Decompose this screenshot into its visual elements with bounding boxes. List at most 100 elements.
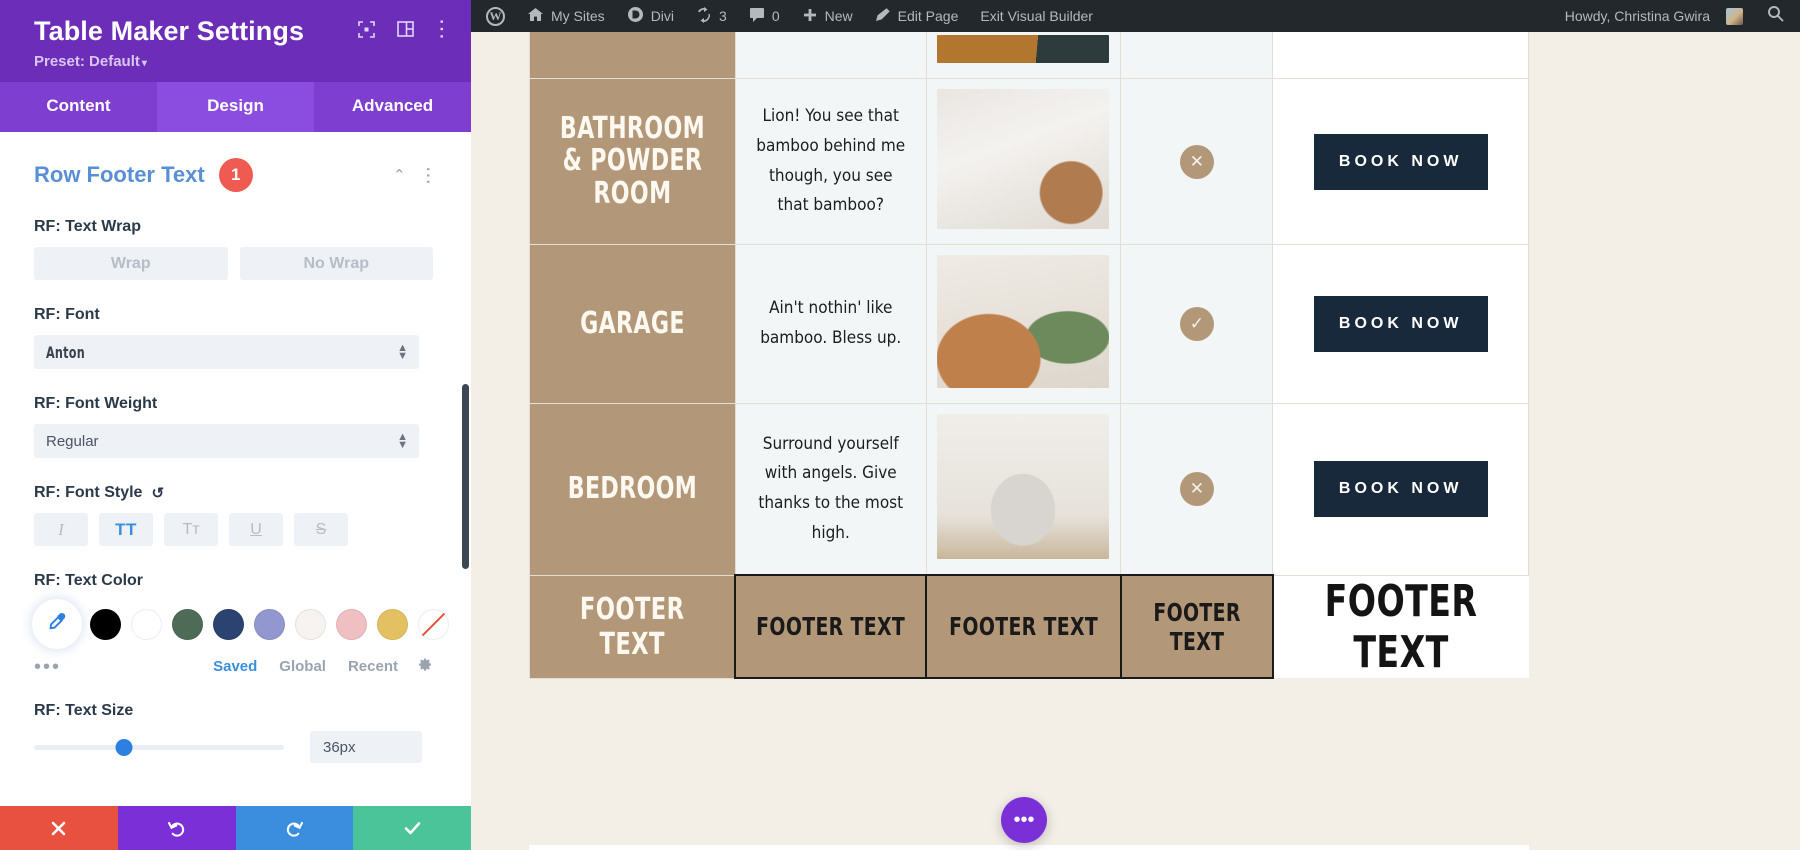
field-font-weight: RF: Font Weight Regular ▲ ▼ xyxy=(34,395,433,459)
swatch-black[interactable] xyxy=(90,608,121,640)
section-row-footer-text[interactable]: Row Footer Text 1 ⌃ ⋯ xyxy=(34,158,438,193)
avatar xyxy=(1726,7,1743,25)
chevron-down-icon: ▾ xyxy=(141,58,147,70)
row-label-text: BATHROOM & POWDER ROOM xyxy=(559,110,705,211)
clipped-photo xyxy=(937,35,1110,63)
admin-bar-item-divi[interactable]: Divi xyxy=(616,0,685,32)
book-now-button[interactable]: BOOK NOW xyxy=(1313,296,1488,352)
admin-bar-item-comments[interactable]: 0 xyxy=(738,0,791,32)
undo-button[interactable] xyxy=(117,806,236,850)
smallcaps-button[interactable]: Tт xyxy=(164,513,218,547)
strikethrough-glyph: S xyxy=(315,520,327,538)
table-row: GARAGE Ain't nothin' like bamboo. Bless … xyxy=(529,244,1529,404)
field-font-style: RF: Font Style ↺ I TT Tт U S xyxy=(34,484,433,547)
strikethrough-button[interactable]: S xyxy=(294,513,348,547)
book-now-button[interactable]: BOOK NOW xyxy=(1313,461,1488,518)
admin-bar-item-my-sites[interactable]: My Sites xyxy=(516,0,616,32)
table-row xyxy=(529,24,1529,79)
gear-icon[interactable] xyxy=(418,657,433,676)
text-size-slider[interactable] xyxy=(34,737,284,757)
cancel-button[interactable] xyxy=(0,806,118,850)
underline-button[interactable]: U xyxy=(229,513,283,547)
font-label: RF: Font xyxy=(34,306,100,324)
section-more-vertical-icon[interactable]: ⋯ xyxy=(417,166,438,185)
expand-icon[interactable] xyxy=(358,20,375,38)
text-size-input[interactable] xyxy=(310,731,422,764)
swatch-navy[interactable] xyxy=(213,608,244,640)
status-mark: ✕ xyxy=(1179,472,1214,506)
swatch-dark-green[interactable] xyxy=(172,608,203,640)
footer-cell-1[interactable]: FOOTER TEXT xyxy=(734,574,928,679)
admin-bar-item-edit-page[interactable]: Edit Page xyxy=(864,0,970,32)
panel-scrollbar[interactable] xyxy=(462,384,469,570)
save-button[interactable] xyxy=(353,806,471,850)
search-icon[interactable] xyxy=(1754,5,1800,27)
panel-header: Table Maker Settings Preset: Default ▾ ⋯ xyxy=(0,0,471,83)
admin-bar-right: Howdy, Christina Gwira xyxy=(1554,0,1800,32)
more-horizontal-icon[interactable]: ••• xyxy=(34,657,61,677)
row-quote-clipped xyxy=(734,24,927,79)
tab-design[interactable]: Design xyxy=(157,82,314,133)
wp-logo-item[interactable]: W xyxy=(475,0,516,32)
no-wrap-button[interactable]: No Wrap xyxy=(239,247,433,281)
chevron-up-icon[interactable]: ⌃ xyxy=(393,166,406,184)
row-quote-bedroom: Surround yourself with angels. Give than… xyxy=(734,403,927,576)
divi-label: Divi xyxy=(650,8,675,24)
row-quote-text: Surround yourself with angels. Give than… xyxy=(758,433,904,543)
uppercase-button[interactable]: TT xyxy=(99,513,153,547)
text-size-label: RF: Text Size xyxy=(34,702,134,720)
admin-bar-item-updates[interactable]: 3 xyxy=(685,0,738,32)
layout-columns-icon[interactable] xyxy=(397,21,414,37)
swatch-off-white[interactable] xyxy=(295,608,326,640)
tab-content[interactable]: Content xyxy=(0,82,157,132)
footer-cell-text: FOOTER TEXT xyxy=(1153,597,1241,656)
wrap-button[interactable]: Wrap xyxy=(34,247,228,281)
color-swatch-row xyxy=(34,601,449,648)
admin-bar-item-howdy[interactable]: Howdy, Christina Gwira xyxy=(1554,0,1754,32)
more-vertical-icon[interactable]: ⋯ xyxy=(430,18,455,40)
settings-panel: Table Maker Settings Preset: Default ▾ ⋯… xyxy=(0,0,471,850)
font-weight-select[interactable]: Regular ▲ ▼ xyxy=(34,424,419,459)
swatch-gold[interactable] xyxy=(377,608,408,640)
panel-action-bar xyxy=(0,806,471,850)
tab-advanced[interactable]: Advanced xyxy=(314,82,471,132)
italic-glyph: I xyxy=(58,519,64,539)
book-now-button[interactable]: BOOK NOW xyxy=(1313,133,1488,190)
field-text-color: RF: Text Color ••• Saved Global Recent xyxy=(34,572,449,677)
my-sites-label: My Sites xyxy=(551,8,605,24)
color-picker-button[interactable] xyxy=(34,601,80,648)
howdy-label: Howdy, Christina Gwira xyxy=(1564,8,1710,24)
footer-label-cell: FOOTER TEXT xyxy=(529,574,736,679)
swatch-pink[interactable] xyxy=(336,608,367,640)
admin-bar-item-exit-visual-builder[interactable]: Exit Visual Builder xyxy=(969,0,1104,32)
swatch-no-color[interactable] xyxy=(418,608,449,640)
comments-count: 0 xyxy=(771,8,780,24)
swatch-white[interactable] xyxy=(131,608,162,640)
preset-selector[interactable]: Preset: Default ▾ xyxy=(34,53,449,70)
smallcaps-glyph: Tт xyxy=(182,520,200,538)
color-meta-row: ••• Saved Global Recent xyxy=(34,657,433,677)
redo-button[interactable] xyxy=(235,806,354,850)
swatch-periwinkle[interactable] xyxy=(254,608,285,640)
font-select[interactable]: Anton ▲ ▼ xyxy=(34,335,419,370)
color-tab-saved[interactable]: Saved xyxy=(213,658,257,675)
reset-icon[interactable]: ↺ xyxy=(151,484,164,502)
slider-thumb[interactable] xyxy=(115,738,133,756)
color-tab-recent[interactable]: Recent xyxy=(348,658,398,675)
more-horizontal-icon[interactable]: ••• xyxy=(1001,797,1047,843)
row-quote-text: Ain't nothin' like bamboo. Bless up. xyxy=(760,298,902,348)
row-label-bathroom: BATHROOM & POWDER ROOM xyxy=(529,78,736,245)
footer-cell-text: FOOTER TEXT xyxy=(756,612,906,641)
updates-icon xyxy=(696,6,712,26)
status-mark: ✓ xyxy=(1179,307,1214,341)
wordpress-preview-area: W My Sites Divi 3 0 New Edit Page Exit V… xyxy=(471,0,1800,850)
color-tab-global[interactable]: Global xyxy=(279,658,326,675)
new-label: New xyxy=(824,8,853,24)
status-mark: ✕ xyxy=(1179,144,1214,179)
admin-bar-item-new[interactable]: New xyxy=(791,0,864,32)
footer-cell-3[interactable]: FOOTER TEXT xyxy=(1119,574,1274,679)
edit-page-label: Edit Page xyxy=(897,8,959,24)
italic-button[interactable]: I xyxy=(34,513,88,547)
footer-cell-2[interactable]: FOOTER TEXT xyxy=(925,574,1122,679)
table-row: BEDROOM Surround yourself with angels. G… xyxy=(529,403,1529,576)
